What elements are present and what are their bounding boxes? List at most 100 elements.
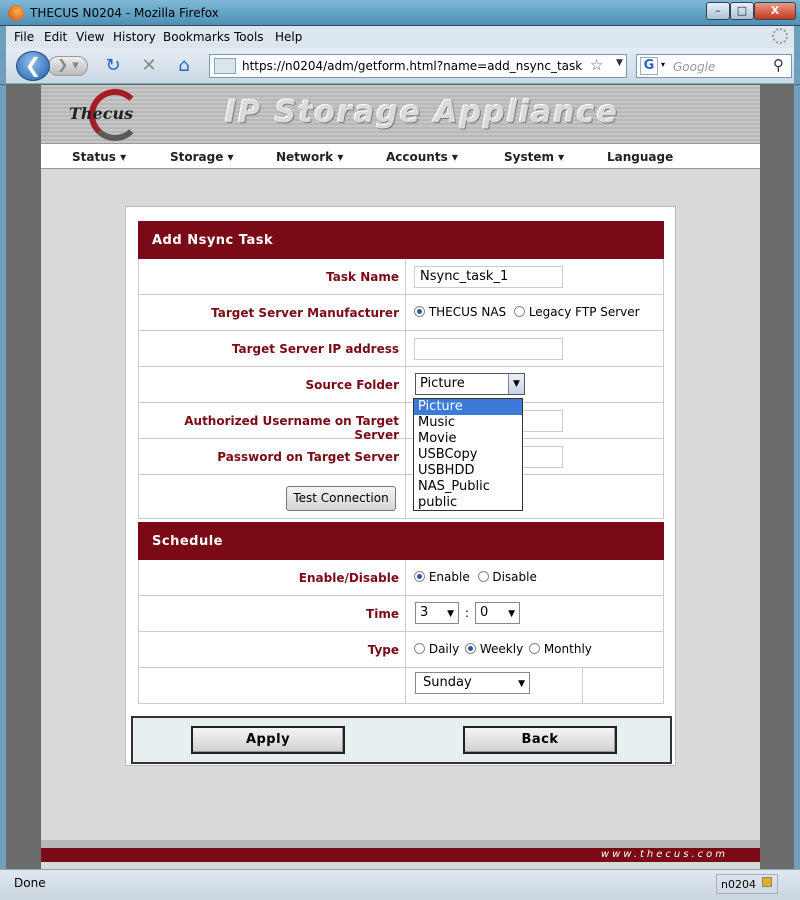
ip-label: Target Server IP address [139, 331, 406, 366]
reload-icon[interactable]: ↻ [102, 56, 124, 76]
enable-row: Enable/Disable Enable Disable [138, 560, 664, 596]
username-label: Authorized Username on Target Server [139, 403, 406, 442]
minimize-button[interactable]: – [706, 2, 730, 20]
maximize-button[interactable]: □ [730, 2, 754, 20]
menu-edit[interactable]: Edit [44, 30, 67, 44]
search-icon[interactable]: ⚲ [773, 56, 784, 74]
day-value: Sunday [423, 675, 472, 690]
weekly-radio[interactable] [465, 643, 477, 654]
footer-band [41, 840, 760, 848]
task-name-row: Task Name Nsync_task_1 [138, 259, 664, 295]
nav-storage[interactable]: Storage ▾ [170, 150, 234, 164]
source-folder-value: Picture [420, 376, 465, 391]
dropdown-option[interactable]: NAS_Public [414, 479, 522, 495]
page-content: Thecus IP Storage Appliance Status ▾ Sto… [41, 85, 760, 869]
source-folder-dropdown[interactable]: Picture Music Movie USBCopy USBHDD NAS_P… [413, 398, 523, 511]
url-text[interactable]: https://n0204/adm/getform.html?name=add_… [242, 59, 582, 73]
button-bar: Apply Back [131, 716, 672, 764]
chevron-down-icon[interactable]: ▼ [508, 609, 515, 619]
footer-strip: www.thecus.com [41, 848, 760, 862]
menu-tools[interactable]: Tools [234, 30, 264, 44]
throbber-icon [772, 28, 788, 44]
site-identity-icon[interactable] [214, 58, 236, 74]
hour-select[interactable]: 3 ▼ [415, 602, 459, 624]
enable-label: Enable/Disable [139, 560, 406, 595]
banner: Thecus IP Storage Appliance [41, 85, 760, 143]
status-bar: Done n0204 [0, 869, 800, 900]
dropdown-option[interactable]: USBCopy [414, 447, 522, 463]
lock-icon[interactable] [762, 877, 772, 887]
dropdown-option[interactable]: Music [414, 415, 522, 431]
status-text: Done [14, 876, 46, 890]
forward-button[interactable]: ❯ ▾ [48, 56, 88, 76]
legacy-ftp-label: Legacy FTP Server [528, 305, 640, 319]
menu-bookmarks[interactable]: Bookmarks [163, 30, 230, 44]
menu-file[interactable]: File [14, 30, 34, 44]
close-button[interactable]: X [754, 2, 796, 20]
title-bar: THECUS N0204 - Mozilla Firefox – □ X [0, 0, 800, 26]
chevron-down-icon[interactable]: ▼ [508, 374, 524, 394]
type-row: Type Daily Weekly Monthly [138, 632, 664, 668]
manufacturer-label: Target Server Manufacturer [139, 295, 406, 330]
stop-icon[interactable]: ✕ [138, 56, 160, 76]
home-icon[interactable]: ⌂ [173, 56, 195, 76]
dropdown-option[interactable]: USBHDD [414, 463, 522, 479]
back-button[interactable]: ❮ [16, 51, 50, 81]
chevron-down-icon[interactable]: ▼ [447, 609, 454, 619]
manufacturer-row: Target Server Manufacturer THECUS NAS Le… [138, 295, 664, 331]
url-dropdown-icon[interactable]: ▼ [616, 58, 623, 68]
nav-system[interactable]: System ▾ [504, 150, 564, 164]
minute-select[interactable]: 0 ▼ [475, 602, 520, 624]
address-bar[interactable]: https://n0204/adm/getform.html?name=add_… [209, 54, 627, 78]
back-form-button[interactable]: Back [463, 726, 617, 754]
source-folder-select[interactable]: Picture ▼ [415, 373, 525, 395]
menu-history[interactable]: History [113, 30, 156, 44]
nav-network[interactable]: Network ▾ [276, 150, 343, 164]
enable-radio[interactable] [414, 571, 425, 582]
legacy-ftp-radio[interactable] [514, 306, 525, 317]
chevron-down-icon[interactable]: ▼ [518, 679, 525, 689]
day-label-cell [139, 668, 406, 703]
main-nav: Status ▾ Storage ▾ Network ▾ Accounts ▾ … [41, 143, 760, 169]
dropdown-option[interactable]: Picture [414, 399, 522, 415]
logo-text: Thecus [69, 104, 134, 123]
weekly-label: Weekly [479, 642, 524, 656]
day-row: Sunday ▼ [138, 668, 664, 704]
test-connection-button[interactable]: Test Connection [286, 486, 396, 511]
task-name-label: Task Name [139, 259, 406, 294]
monthly-label: Monthly [543, 642, 592, 656]
google-engine-icon[interactable]: G [640, 57, 658, 75]
engine-dropdown-icon[interactable]: ▾ [661, 60, 665, 69]
menu-view[interactable]: View [76, 30, 104, 44]
nav-toolbar: ❯ ▾ ❮ ↻ ✕ ⌂ https://n0204/adm/getform.ht… [0, 48, 800, 84]
dropdown-option[interactable]: Movie [414, 431, 522, 447]
source-folder-label: Source Folder [139, 367, 406, 402]
ip-input[interactable] [414, 338, 563, 360]
password-label: Password on Target Server [139, 439, 406, 474]
nav-language[interactable]: Language [607, 150, 673, 164]
page-margin-left [0, 85, 41, 869]
firefox-icon [8, 5, 24, 21]
search-input[interactable]: Google [673, 60, 715, 74]
day-select[interactable]: Sunday ▼ [415, 672, 530, 694]
menu-help[interactable]: Help [275, 30, 302, 44]
task-name-input[interactable]: Nsync_task_1 [414, 266, 563, 288]
dropdown-option[interactable]: public [414, 495, 522, 511]
enable-option-label: Enable [428, 570, 470, 584]
nav-accounts[interactable]: Accounts ▾ [386, 150, 458, 164]
schedule-header: Schedule [138, 522, 664, 560]
search-box[interactable]: G ▾ Google ⚲ [636, 54, 792, 78]
banner-title: IP Storage Appliance [225, 95, 619, 130]
bookmark-star-icon[interactable]: ☆ [590, 56, 603, 74]
page-margin-right [760, 85, 800, 869]
time-separator: : [465, 606, 470, 620]
daily-radio[interactable] [414, 643, 425, 654]
monthly-radio[interactable] [529, 643, 540, 654]
disable-option-label: Disable [492, 570, 537, 584]
menu-bar: File Edit View History Bookmarks Tools H… [0, 26, 800, 48]
apply-button[interactable]: Apply [191, 726, 345, 754]
username-row: Authorized Username on Target Server [138, 403, 664, 442]
disable-radio[interactable] [477, 571, 489, 582]
thecus-nas-radio[interactable] [414, 306, 425, 317]
nav-status[interactable]: Status ▾ [72, 150, 126, 164]
